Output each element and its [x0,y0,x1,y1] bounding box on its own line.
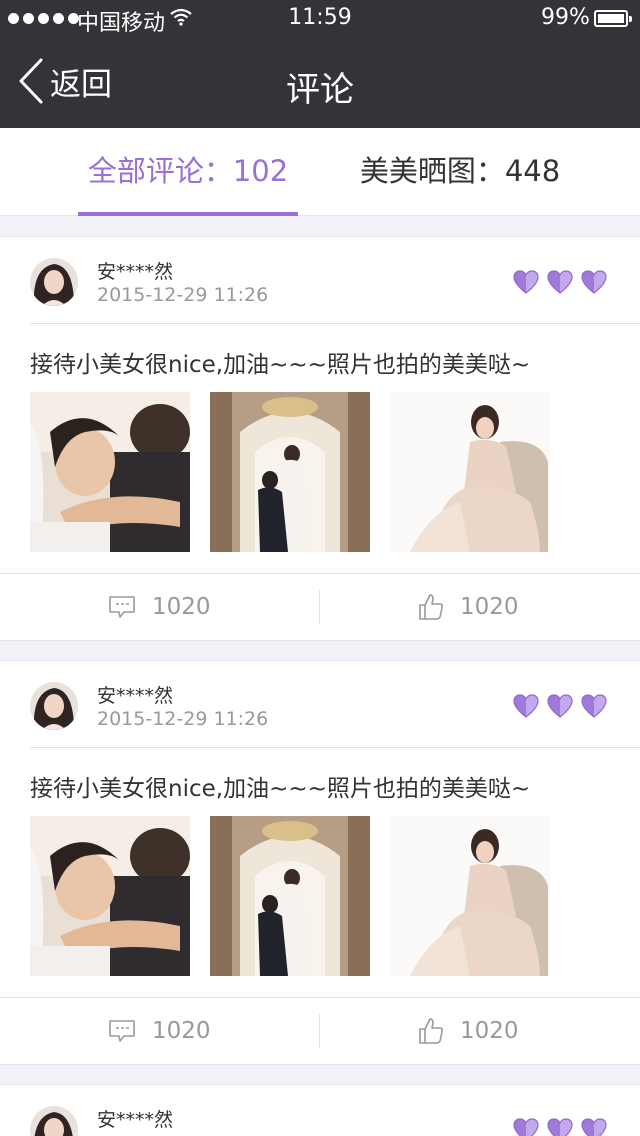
tab-all-comments-label: 全部评论：102 [87,154,289,188]
heart-icon [581,270,607,294]
heart-icon [581,694,607,718]
active-tab-indicator [78,212,298,216]
tab-all-comments[interactable]: 全部评论：102 [78,128,298,216]
username: 安****然 [97,1109,174,1131]
tab-photo-reviews[interactable]: 美美晒图：448 [340,128,580,216]
heart-icon [547,270,573,294]
rating-hearts [513,694,607,718]
like-button[interactable]: 1020 [418,574,519,640]
username: 安****然 [97,261,174,283]
wedding-photo-sofa[interactable] [390,816,550,976]
comment-tabs: 全部评论：102 美美晒图：448 [0,128,640,216]
photo-list [30,392,550,552]
like-count: 1020 [460,1018,519,1044]
divider [30,747,640,748]
thumbs-up-icon [419,594,444,620]
comment-card: 安****然 2015-12-29 11:26 接待小美女很nice,加油~~~… [0,236,640,641]
reply-count: 1020 [152,1018,211,1044]
heart-icon [513,694,539,718]
heart-icon [513,1118,539,1136]
battery-icon [594,10,632,27]
reply-count: 1020 [152,594,211,620]
avatar[interactable] [30,1106,78,1136]
divider [30,323,640,324]
comment-date: 2015-12-29 11:26 [97,284,269,306]
heart-icon [581,1118,607,1136]
wedding-photo-hall[interactable] [210,392,370,552]
like-count: 1020 [460,594,519,620]
wedding-photo-hall[interactable] [210,816,370,976]
battery-percentage: 99% [541,5,590,30]
username: 安****然 [97,685,174,707]
comment-actions: 1020 1020 [0,573,640,640]
avatar[interactable] [30,682,78,730]
comment-card: 安****然 2015-12-29 11:26 接待小美女很nice,加油~~~… [0,660,640,1065]
rating-hearts [513,270,607,294]
navigation-bar: 返回 评论 [0,40,640,128]
comment-date: 2015-12-29 11:26 [97,708,269,730]
comment-actions: 1020 1020 [0,997,640,1064]
heart-icon [513,270,539,294]
rating-hearts [513,1118,607,1136]
avatar[interactable] [30,258,78,306]
reply-button[interactable]: 1020 [108,998,211,1064]
comment-card: 安****然 [0,1084,640,1136]
divider [319,590,320,624]
photo-list [30,816,550,976]
wedding-photo-sofa[interactable] [390,392,550,552]
comment-text: 接待小美女很nice,加油~~~照片也拍的美美哒~ [30,352,531,378]
status-bar: 中国移动 11:59 99% [0,0,640,40]
page-title: 评论 [286,70,354,110]
like-button[interactable]: 1020 [418,998,519,1064]
comment-icon [109,596,135,618]
wedding-photo-embrace[interactable] [30,392,190,552]
reply-button[interactable]: 1020 [108,574,211,640]
tab-photo-reviews-label: 美美晒图：448 [359,154,561,188]
heart-icon [547,1118,573,1136]
comment-text: 接待小美女很nice,加油~~~照片也拍的美美哒~ [30,776,531,802]
divider [319,1014,320,1048]
comment-icon [109,1020,135,1042]
thumbs-up-icon [419,1018,444,1044]
wedding-photo-embrace[interactable] [30,816,190,976]
heart-icon [547,694,573,718]
